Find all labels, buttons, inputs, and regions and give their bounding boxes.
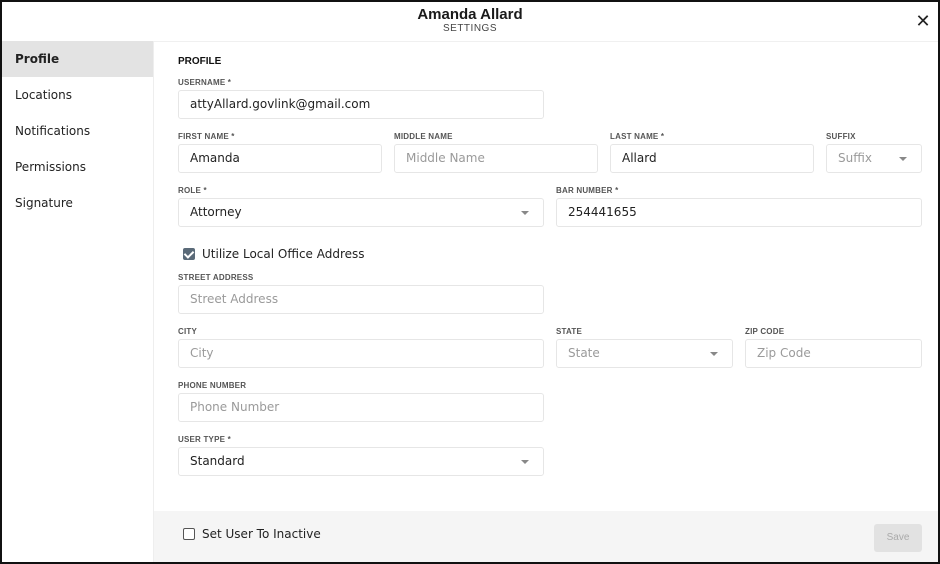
sidebar-item-profile[interactable]: Profile <box>2 41 153 77</box>
utilize-local-office-label: Utilize Local Office Address <box>202 247 365 261</box>
role-select[interactable]: Attorney <box>178 198 544 227</box>
suffix-label: SUFFIX <box>826 132 856 141</box>
chevron-down-icon <box>899 157 907 161</box>
street-address-field[interactable]: Street Address <box>178 285 544 314</box>
state-label: STATE <box>556 327 583 336</box>
first-name-field[interactable]: Amanda <box>178 144 382 173</box>
username-field[interactable]: attyAllard.govlink@gmail.com <box>178 90 544 119</box>
role-label: ROLE * <box>178 186 207 195</box>
sidebar-item-permissions[interactable]: Permissions <box>2 149 153 185</box>
modal-footer: Set User To Inactive Save <box>154 511 938 562</box>
bar-number-field[interactable]: 254441655 <box>556 198 922 227</box>
settings-sidebar: Profile Locations Notifications Permissi… <box>2 41 154 562</box>
set-inactive-checkbox[interactable]: Set User To Inactive <box>183 527 321 541</box>
settings-modal: Amanda Allard SETTINGS ✕ Profile Locatio… <box>0 0 940 564</box>
modal-header: Amanda Allard SETTINGS ✕ <box>2 2 938 42</box>
utilize-local-office-checkbox[interactable]: Utilize Local Office Address <box>183 247 365 261</box>
chevron-down-icon <box>521 460 529 464</box>
set-inactive-label: Set User To Inactive <box>202 527 321 541</box>
sidebar-item-notifications[interactable]: Notifications <box>2 113 153 149</box>
modal-title: Amanda Allard <box>417 6 523 23</box>
save-button[interactable]: Save <box>874 524 922 552</box>
chevron-down-icon <box>710 352 718 356</box>
city-field[interactable]: City <box>178 339 544 368</box>
street-address-label: STREET ADDRESS <box>178 273 254 282</box>
suffix-value: Suffix <box>838 151 872 165</box>
checkbox-unchecked-icon[interactable] <box>183 528 195 540</box>
chevron-down-icon <box>521 211 529 215</box>
bar-number-label: BAR NUMBER * <box>556 186 619 195</box>
suffix-select[interactable]: Suffix <box>826 144 922 173</box>
sidebar-item-signature[interactable]: Signature <box>2 185 153 221</box>
zip-code-label: ZIP CODE <box>745 327 785 336</box>
profile-form: PROFILE USERNAME * attyAllard.govlink@gm… <box>154 41 938 511</box>
state-select[interactable]: State <box>556 339 733 368</box>
middle-name-label: MIDDLE NAME <box>394 132 453 141</box>
last-name-label: LAST NAME * <box>610 132 665 141</box>
close-icon[interactable]: ✕ <box>914 12 932 30</box>
section-title: PROFILE <box>178 56 222 67</box>
phone-number-field[interactable]: Phone Number <box>178 393 544 422</box>
username-label: USERNAME * <box>178 78 232 87</box>
role-value: Attorney <box>190 205 242 219</box>
user-type-value: Standard <box>190 454 245 468</box>
city-label: CITY <box>178 327 198 336</box>
sidebar-item-locations[interactable]: Locations <box>2 77 153 113</box>
phone-number-label: PHONE NUMBER <box>178 381 247 390</box>
modal-subtitle: SETTINGS <box>442 23 497 34</box>
middle-name-field[interactable]: Middle Name <box>394 144 598 173</box>
checkbox-checked-icon[interactable] <box>183 248 195 260</box>
state-value: State <box>568 346 600 360</box>
user-type-select[interactable]: Standard <box>178 447 544 476</box>
last-name-field[interactable]: Allard <box>610 144 814 173</box>
first-name-label: FIRST NAME * <box>178 132 235 141</box>
zip-code-field[interactable]: Zip Code <box>745 339 922 368</box>
user-type-label: USER TYPE * <box>178 435 231 444</box>
